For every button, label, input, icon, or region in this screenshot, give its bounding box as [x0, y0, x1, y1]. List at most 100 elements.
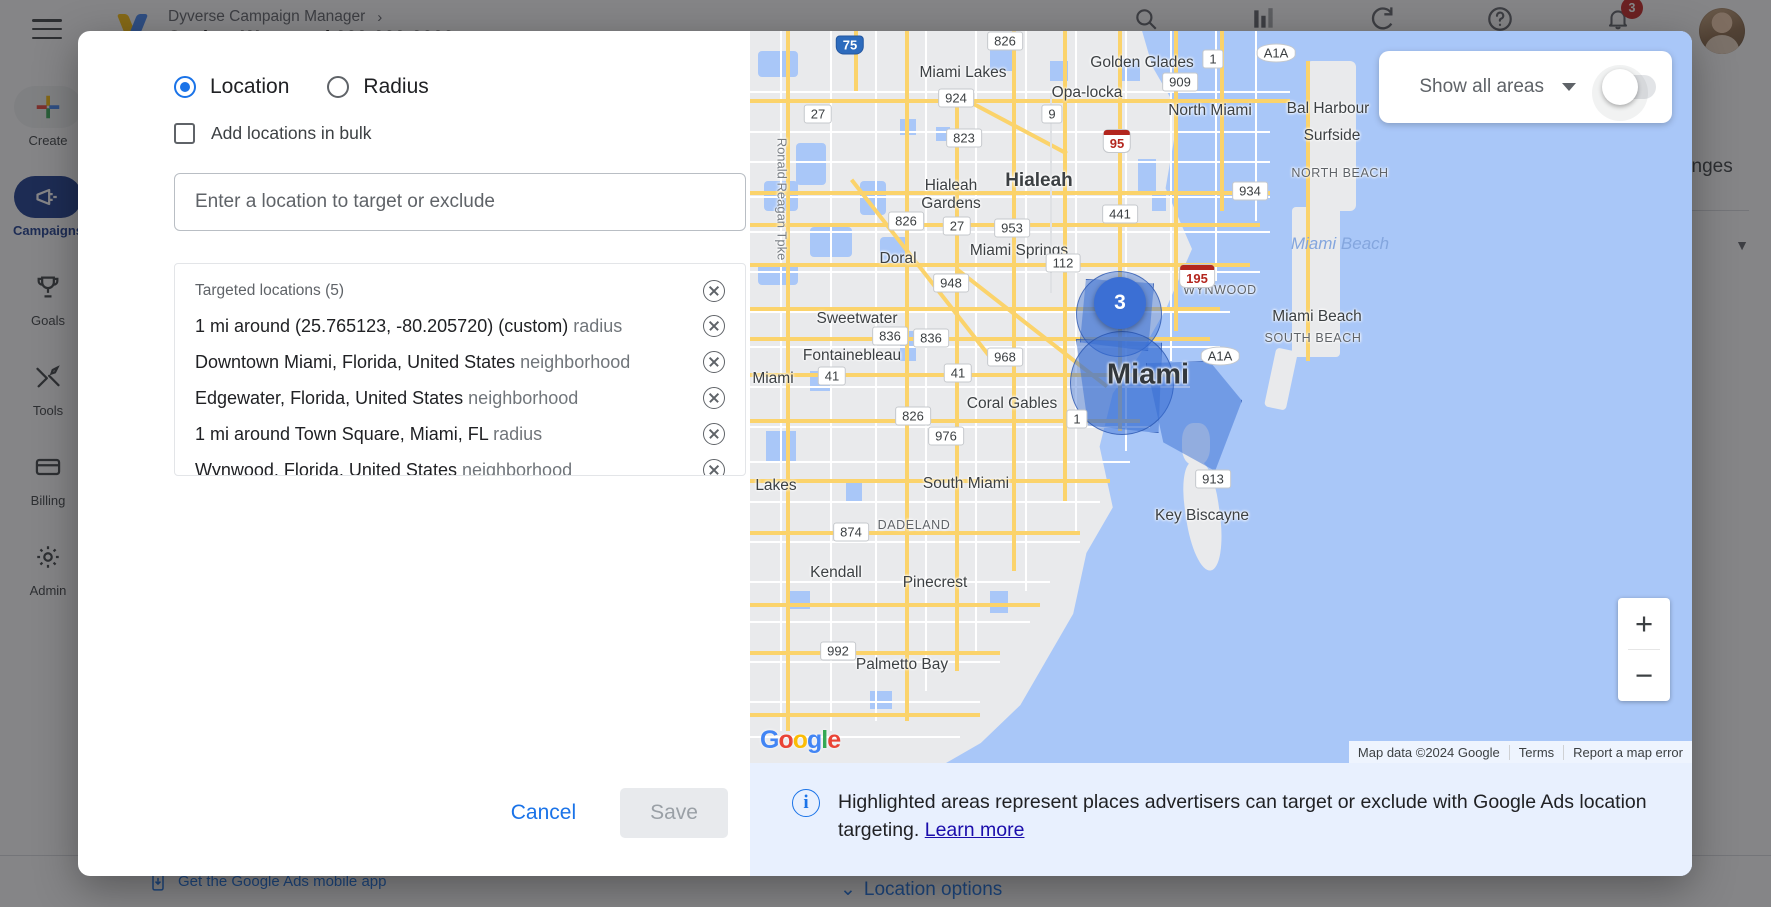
map-label: Palmetto Bay [856, 656, 948, 674]
remove-location-icon[interactable] [703, 423, 725, 445]
show-all-areas-toggle[interactable] [1594, 73, 1658, 101]
route-shield: 27 [943, 217, 971, 236]
location-kind: neighborhood [462, 460, 572, 477]
radio-option-location[interactable]: Location [174, 75, 289, 99]
map-label: SOUTH BEACH [1265, 331, 1362, 345]
map-street [925, 31, 927, 691]
remove-location-icon[interactable] [703, 459, 725, 476]
table-row: 1 mi around Town Square, Miami, FL radiu… [175, 416, 745, 452]
radio-option-radius-label: Radius [363, 75, 428, 99]
map-highway [750, 713, 980, 717]
map-water [796, 143, 826, 185]
show-all-areas-label: Show all areas [1419, 76, 1544, 98]
radio-option-radius[interactable]: Radius [327, 75, 428, 99]
map-zoom-controls: + − [1618, 598, 1670, 701]
map-water-label: Miami Beach [1291, 234, 1389, 254]
chevron-down-icon[interactable] [1562, 83, 1576, 91]
location-kind: radius [573, 316, 622, 336]
terms-link[interactable]: Terms [1509, 745, 1563, 760]
map-street [1215, 31, 1217, 281]
map-street [750, 461, 1130, 463]
map-street [750, 131, 1270, 133]
map-label: Coral Gables [967, 395, 1057, 413]
targeted-locations-header: Targeted locations (5) [175, 264, 745, 308]
route-shield: 953 [994, 219, 1030, 238]
route-shield: 27 [804, 105, 832, 124]
map-label: Miami Lakes [920, 64, 1007, 82]
google-logo-watermark: Google [760, 726, 840, 755]
zoom-out-button[interactable]: − [1618, 650, 1670, 701]
map-label: Hialeah [1005, 170, 1073, 192]
table-row: Wynwood, Florida, United States neighbor… [175, 452, 745, 476]
bulk-checkbox-label: Add locations in bulk [211, 123, 372, 144]
map-data-credit: Map data ©2024 Google [1349, 745, 1509, 760]
map-water [758, 51, 798, 77]
route-shield: 112 [1046, 254, 1081, 273]
remove-location-icon[interactable] [703, 315, 725, 337]
learn-more-link[interactable]: Learn more [925, 819, 1025, 841]
map-label: Key Biscayne [1155, 507, 1249, 525]
map-info-text: Highlighted areas represent places adver… [838, 789, 1652, 844]
location-name: 1 mi around Town Square, Miami, FL [195, 424, 488, 444]
map-water [870, 691, 892, 709]
map-water [1138, 159, 1156, 193]
map-label-primary: Miami [1107, 359, 1189, 392]
map-label: Golden Glades [1090, 54, 1193, 72]
map-label: Pinecrest [903, 574, 968, 592]
remove-location-icon[interactable] [703, 387, 725, 409]
location-targeting-dialog: Location Radius Add locations in bulk Ta… [78, 31, 1692, 876]
map-info-bar: i Highlighted areas represent places adv… [750, 763, 1692, 876]
location-name: Downtown Miami, Florida, United States [195, 352, 515, 372]
map-label: HialeahGardens [921, 177, 980, 213]
bulk-checkbox-row[interactable]: Add locations in bulk [96, 123, 728, 144]
route-shield: 924 [938, 89, 974, 108]
route-shield: 874 [833, 523, 869, 542]
map-label: Kendall [810, 564, 862, 582]
toggle-knob[interactable] [1602, 69, 1638, 105]
route-shield: 9 [1041, 105, 1062, 124]
cluster-marker[interactable]: 3 [1094, 277, 1146, 329]
route-shield: 41 [944, 364, 972, 383]
map-highway [1012, 31, 1016, 571]
route-shield: 441 [1102, 205, 1138, 224]
zoom-in-button[interactable]: + [1618, 598, 1670, 649]
map-street [750, 196, 1270, 198]
route-shield: 823 [946, 129, 982, 148]
location-search-input[interactable] [174, 173, 746, 231]
report-map-error-link[interactable]: Report a map error [1563, 745, 1692, 760]
route-shield: 909 [1162, 73, 1198, 92]
route-shield: 75 [836, 36, 864, 55]
remove-all-locations-icon[interactable] [703, 280, 725, 302]
mode-radio-group: Location Radius [96, 75, 728, 99]
route-shield: 976 [928, 427, 964, 446]
route-shield: A1A [1257, 44, 1296, 63]
table-row: 1 mi around (25.765123, -80.205720) (cus… [175, 308, 745, 344]
map-highway [905, 31, 909, 721]
cancel-button[interactable]: Cancel [493, 791, 594, 835]
route-shield: 826 [895, 407, 931, 426]
map-street [750, 621, 1030, 623]
map-highway [750, 603, 1040, 607]
map-attribution: Map data ©2024 Google Terms Report a map… [1349, 741, 1692, 763]
route-shield: 934 [1232, 182, 1268, 201]
show-all-areas-control[interactable]: Show all areas [1379, 51, 1672, 123]
location-kind: neighborhood [520, 352, 630, 372]
route-shield: 992 [820, 642, 856, 661]
bulk-checkbox[interactable] [174, 123, 195, 144]
radio-location-indicator[interactable] [174, 76, 196, 98]
map-label: Lakes [755, 477, 796, 495]
map-label: South Miami [923, 475, 1009, 493]
remove-location-icon[interactable] [703, 351, 725, 373]
map-label: Sweetwater [817, 310, 898, 328]
map-label: Fontainebleau [803, 347, 901, 365]
route-shield: 195 [1179, 264, 1215, 288]
location-kind: neighborhood [468, 388, 578, 408]
route-shield: 968 [987, 348, 1023, 367]
location-name: Edgewater, Florida, United States [195, 388, 463, 408]
route-shield: 826 [987, 32, 1023, 51]
radio-radius-indicator[interactable] [327, 76, 349, 98]
map-canvas[interactable]: 3 Miami Lakes Golden Glades Opa-locka No… [750, 31, 1692, 763]
table-row: Edgewater, Florida, United States neighb… [175, 380, 745, 416]
save-button[interactable]: Save [620, 788, 728, 838]
map-water [990, 591, 1008, 613]
